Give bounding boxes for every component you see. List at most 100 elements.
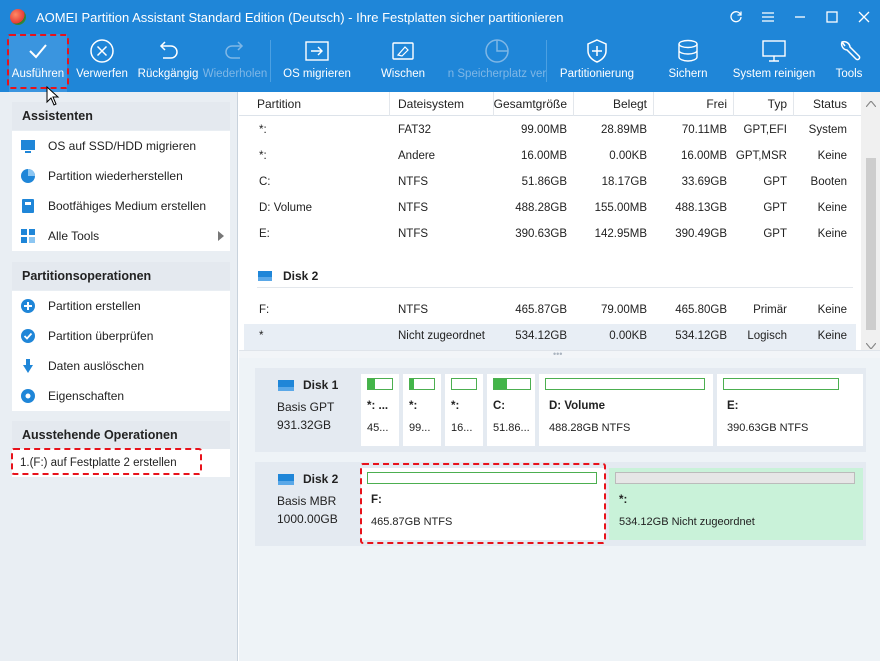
wipe-label: Wischen [380, 68, 426, 80]
table-row-selected[interactable]: * Nicht zugeordnet 534.12GB 0.00KB 534.1… [244, 324, 856, 350]
op-label: Partition überprüfen [48, 329, 154, 343]
cell-free: 33.69GB [681, 176, 727, 188]
mouse-cursor-icon [46, 85, 60, 109]
disk2-unallocated[interactable]: *: 534.12GB Nicht zugeordnet [609, 468, 863, 540]
vertical-scrollbar[interactable] [861, 92, 880, 350]
cell-status: Keine [817, 228, 847, 240]
migrate-os-icon [302, 34, 332, 68]
table-row[interactable]: C: NTFS 51.86GB 18.17GB 33.69GB GPT Boot… [244, 170, 856, 196]
disk1-partition-e[interactable]: E: 390.63GB NTFS [717, 374, 863, 446]
col-total-size[interactable]: Gesamtgröße [493, 97, 567, 111]
col-free[interactable]: Frei [653, 97, 727, 111]
free-space-label: n Speicherplatz ver [447, 68, 547, 80]
wipe-button[interactable]: Wischen [376, 34, 430, 92]
disk2-partition-f[interactable]: F: 465.87GB NTFS [361, 468, 605, 540]
scrollbar-thumb[interactable] [866, 158, 876, 330]
discard-button[interactable]: Verwerfen [74, 34, 130, 92]
apply-button[interactable]: Ausführen [9, 34, 67, 92]
table-row[interactable]: E: NTFS 390.63GB 142.95MB 390.49GB GPT K… [244, 222, 856, 248]
usage-bar [493, 378, 531, 390]
cell-type: GPT [763, 202, 787, 214]
partition-size: 488.28GB NTFS [549, 422, 631, 434]
table-row[interactable]: *: Andere 16.00MB 0.00KB 16.00MB GPT,MSR… [244, 144, 856, 170]
clean-system-button[interactable]: System reinigen [733, 34, 815, 92]
shield-plus-icon [583, 34, 611, 68]
cell-free: 70.11MB [681, 124, 727, 136]
cell-used: 142.95MB [594, 228, 647, 240]
disk2-info: Disk 2 Basis MBR 1000.00GB [255, 462, 359, 546]
create-partition-icon [20, 298, 36, 314]
window-title: AOMEI Partition Assistant Standard Editi… [36, 9, 564, 25]
backup-label: Sichern [668, 68, 708, 80]
partition-table-header: Partition Dateisystem Gesamtgröße Belegt… [239, 92, 861, 116]
monitor-icon [759, 34, 789, 68]
redo-label: Wiederholen [202, 68, 268, 80]
col-used[interactable]: Belegt [573, 97, 647, 111]
cell-total: 390.63GB [515, 228, 567, 240]
partition-label: *: [409, 400, 418, 412]
col-status[interactable]: Status [793, 97, 847, 111]
tools-button[interactable]: Tools [830, 34, 868, 92]
disk1-partition-d[interactable]: D: Volume 488.28GB NTFS [539, 374, 713, 446]
disk1-map[interactable]: Disk 1 Basis GPT 931.32GB *: ... 45... *… [255, 368, 866, 452]
wizard-recover-partition[interactable]: Partition wiederherstellen [12, 161, 230, 191]
op-check-partition[interactable]: Partition überprüfen [12, 321, 230, 351]
menu-icon[interactable] [752, 0, 784, 34]
table-row[interactable]: D: Volume NTFS 488.28GB 155.00MB 488.13G… [244, 196, 856, 222]
op-properties[interactable]: Eigenschaften [12, 381, 230, 411]
col-partition[interactable]: Partition [257, 97, 301, 111]
close-icon[interactable] [848, 0, 880, 34]
cell-partition: C: [259, 176, 271, 188]
disk1-partition-1[interactable]: *: ... 45... [361, 374, 399, 446]
usage-bar [409, 378, 435, 390]
cell-type: GPT [763, 176, 787, 188]
free-space-button[interactable]: n Speicherplatz ver [448, 34, 546, 92]
pane-splitter[interactable]: ••• [239, 349, 880, 359]
col-type[interactable]: Typ [733, 97, 787, 111]
usage-bar [367, 472, 597, 484]
cell-free: 534.12GB [675, 330, 727, 342]
disk2-map[interactable]: Disk 2 Basis MBR 1000.00GB F: 465.87GB N… [255, 462, 866, 546]
bootable-media-icon [20, 198, 36, 214]
cell-free: 488.13GB [675, 202, 727, 214]
cell-used: 0.00KB [609, 330, 647, 342]
wizard-bootable-media[interactable]: Bootfähiges Medium erstellen [12, 191, 230, 221]
partition-label: *: [451, 400, 460, 412]
op-create-partition[interactable]: Partition erstellen [12, 291, 230, 321]
disk1-partition-c[interactable]: C: 51.86... [487, 374, 535, 446]
table-row[interactable]: *: FAT32 99.00MB 28.89MB 70.11MB GPT,EFI… [244, 118, 856, 144]
maximize-icon[interactable] [816, 0, 848, 34]
recover-partition-icon [20, 168, 36, 184]
toolbar: Ausführen Verwerfen Rückgängig Wiederhol… [0, 34, 880, 92]
toolbar-separator [270, 40, 271, 82]
wipe-data-icon [20, 358, 36, 374]
op-label: Daten auslöschen [48, 359, 145, 373]
op-wipe-data[interactable]: Daten auslöschen [12, 351, 230, 381]
wizard-label: Alle Tools [48, 229, 100, 243]
wizard-all-tools[interactable]: Alle Tools [12, 221, 230, 251]
usage-bar [545, 378, 705, 390]
backup-button[interactable]: Sichern [664, 34, 712, 92]
partition-label: E: [727, 400, 739, 412]
table-row[interactable]: F: NTFS 465.87GB 79.00MB 465.80GB Primär… [244, 298, 856, 324]
undo-button[interactable]: Rückgängig [138, 34, 198, 92]
cell-status: Keine [817, 150, 847, 162]
op-label: Partition erstellen [48, 299, 141, 313]
partition-size: 51.86... [493, 422, 530, 434]
scroll-up-icon[interactable] [865, 96, 877, 110]
properties-icon [20, 388, 36, 404]
refresh-icon[interactable] [720, 0, 752, 34]
wizard-label: Partition wiederherstellen [48, 169, 183, 183]
partitioning-button[interactable]: Partitionierung [558, 34, 636, 92]
pending-operation[interactable]: 1.(F:) auf Festplatte 2 erstellen [12, 449, 230, 477]
col-filesystem[interactable]: Dateisystem [398, 97, 464, 111]
migrate-os-button[interactable]: OS migrieren [282, 34, 352, 92]
disk1-partition-2[interactable]: *: 99... [403, 374, 441, 446]
redo-button[interactable]: Wiederholen [203, 34, 267, 92]
disk1-partition-3[interactable]: *: 16... [445, 374, 483, 446]
cell-total: 51.86GB [521, 176, 567, 188]
wizard-migrate-os[interactable]: OS auf SSD/HDD migrieren [12, 131, 230, 161]
minimize-icon[interactable] [784, 0, 816, 34]
cell-filesystem: FAT32 [398, 124, 432, 136]
pending-section-title: Ausstehende Operationen [12, 421, 230, 449]
